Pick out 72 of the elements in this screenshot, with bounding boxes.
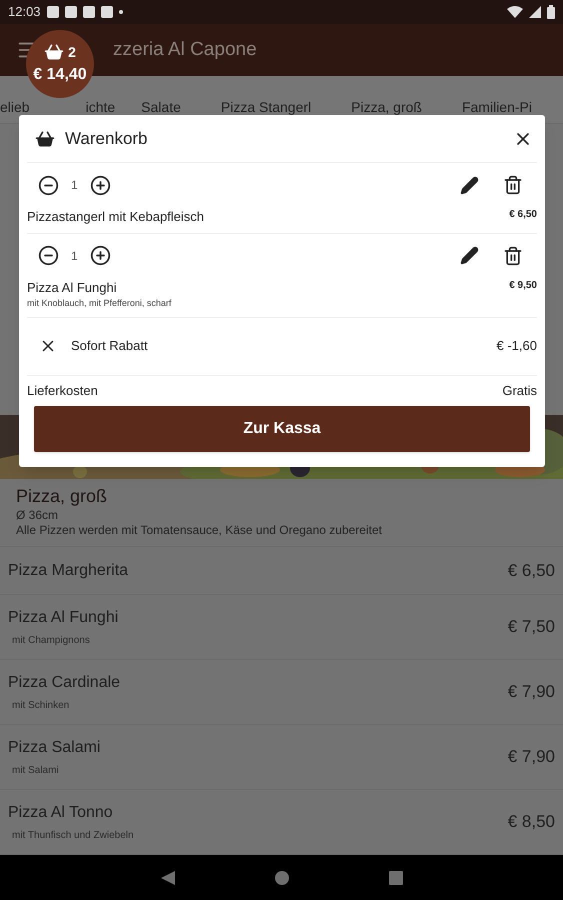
category-tab[interactable]: Pizza Stangerl bbox=[200, 100, 332, 114]
plus-icon bbox=[90, 245, 111, 266]
minus-icon bbox=[38, 245, 59, 266]
battery-icon bbox=[547, 5, 555, 19]
notification-icon bbox=[100, 6, 113, 18]
menu-item-name: Pizza Salami bbox=[8, 738, 100, 758]
plus-icon bbox=[90, 174, 111, 196]
edit-button[interactable] bbox=[460, 246, 479, 265]
delivery-value: Gratis bbox=[502, 382, 537, 400]
category-tab[interactable]: Familien-Pi bbox=[442, 100, 552, 114]
edit-button[interactable] bbox=[460, 176, 479, 194]
cart-item-price: € 9,50 bbox=[509, 278, 537, 292]
menu-item-price: € 7,90 bbox=[508, 746, 555, 768]
cart-item-price: € 6,50 bbox=[509, 208, 537, 222]
delete-button[interactable] bbox=[503, 175, 523, 195]
trash-icon bbox=[503, 246, 523, 266]
cart-item-name: Pizza Al Funghi bbox=[27, 278, 118, 297]
signal-icon bbox=[529, 6, 541, 18]
section-size: Ø 36cm bbox=[16, 508, 60, 523]
clock: 12:03 bbox=[8, 3, 41, 22]
menu-item-price: € 7,90 bbox=[508, 681, 555, 704]
home-icon[interactable] bbox=[274, 870, 288, 884]
section-title: Pizza, groß bbox=[16, 485, 108, 508]
minus-icon bbox=[38, 174, 59, 196]
menu-item-description: mit Thunfisch und Zwiebeln bbox=[12, 829, 134, 843]
menu-item-price: € 7,50 bbox=[508, 616, 555, 638]
cart-total: € 14,40 bbox=[33, 64, 87, 84]
menu-item[interactable]: Pizza Al Funghi mit Champignons € 7,50 bbox=[0, 595, 563, 660]
category-tab[interactable]: Pizza, groß bbox=[331, 100, 442, 114]
discount-label: Sofort Rabatt bbox=[71, 337, 148, 356]
decrease-button[interactable] bbox=[38, 245, 59, 266]
app-title: zzeria Al Capone bbox=[113, 38, 257, 62]
recents-icon[interactable] bbox=[388, 870, 402, 884]
menu-item-name: Pizza Cardinale bbox=[8, 673, 120, 693]
menu-item-price: € 8,50 bbox=[508, 811, 555, 834]
menu-item-name: Pizza Al Funghi bbox=[8, 608, 118, 628]
category-tab[interactable]: Salate bbox=[121, 100, 201, 114]
notification-icon bbox=[82, 6, 95, 18]
cart-item-extras: mit Knoblauch, mit Pfefferoni, scharf bbox=[27, 297, 172, 310]
category-tab[interactable]: ichte bbox=[86, 100, 116, 114]
back-icon[interactable] bbox=[160, 870, 174, 884]
increase-button[interactable] bbox=[90, 174, 111, 196]
category-tab[interactable]: elieb bbox=[0, 100, 30, 114]
basket-icon bbox=[44, 42, 64, 62]
cart-item-name: Pizzastangerl mit Kebapfleisch bbox=[27, 208, 204, 226]
delivery-label: Lieferkosten bbox=[27, 382, 98, 400]
menu-item-description: mit Schinken bbox=[12, 699, 70, 713]
delete-button[interactable] bbox=[503, 246, 523, 266]
menu-item-price: € 6,50 bbox=[508, 560, 555, 582]
basket-icon bbox=[35, 128, 55, 148]
trash-icon bbox=[503, 175, 523, 195]
menu-item-name: Pizza Al Tonno bbox=[8, 803, 114, 823]
increase-button[interactable] bbox=[90, 245, 111, 266]
decrease-button[interactable] bbox=[38, 174, 59, 196]
dialog-title: Warenkorb bbox=[65, 128, 148, 150]
cart-count: 2 bbox=[68, 42, 76, 62]
pencil-icon bbox=[460, 176, 479, 194]
menu-item-name: Pizza Margherita bbox=[8, 560, 128, 580]
notification-icon bbox=[46, 6, 59, 18]
menu-item[interactable]: Pizza Cardinale mit Schinken € 7,90 bbox=[0, 660, 563, 725]
notification-icon bbox=[64, 6, 77, 18]
section-note: Alle Pizzen werden mit Tomatensauce, Käse und Oregano zubereitet bbox=[16, 523, 383, 538]
wifi-icon bbox=[507, 6, 523, 18]
item-quantity: 1 bbox=[71, 177, 78, 194]
menu-item-description: mit Salami bbox=[12, 764, 60, 778]
item-quantity: 1 bbox=[71, 248, 78, 264]
menu-item[interactable]: Pizza Margherita € 6,50 bbox=[0, 547, 563, 595]
pencil-icon bbox=[460, 246, 479, 265]
menu-item-description: mit Champignons bbox=[12, 634, 91, 648]
discount-amount: € -1,60 bbox=[496, 337, 537, 356]
checkout-button[interactable]: Zur Kassa bbox=[34, 406, 530, 452]
menu-item[interactable]: Pizza Salami mit Salami € 7,90 bbox=[0, 725, 563, 790]
